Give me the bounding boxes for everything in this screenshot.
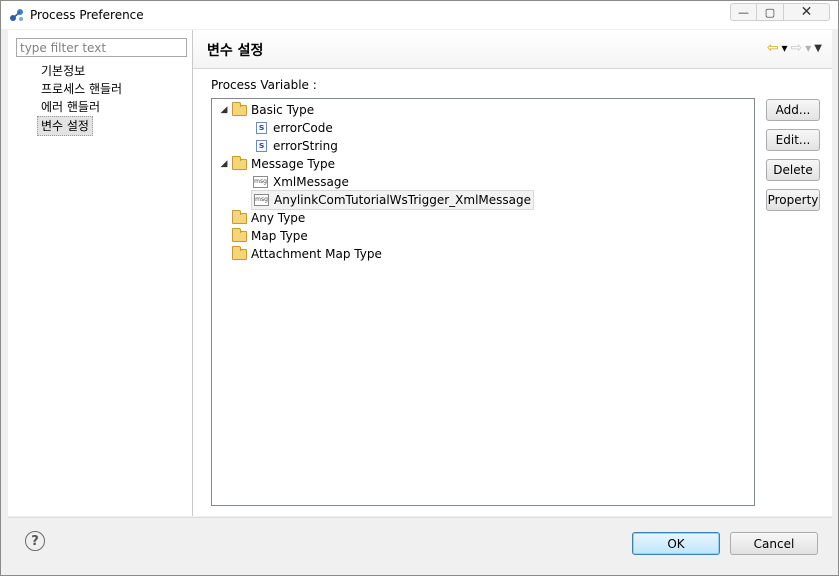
tree-item-errorcode[interactable]: s errorCode <box>256 119 333 137</box>
tree-item-label: Message Type <box>251 157 335 171</box>
edit-button[interactable]: Edit... <box>766 129 820 151</box>
folder-icon <box>232 101 247 116</box>
footer-divider <box>8 517 832 518</box>
forward-arrow-icon[interactable]: ⇨ <box>791 40 803 56</box>
preference-dialog: Process Preference — ▢ ✕ 기본정보 프로세스 핸들러 에… <box>0 0 839 576</box>
back-arrow-icon[interactable]: ⇦ <box>767 40 779 56</box>
help-icon[interactable]: ? <box>25 531 45 551</box>
property-button[interactable]: Property <box>766 189 820 211</box>
tree-item-label: XmlMessage <box>273 175 349 189</box>
nav-item-error-handler[interactable]: 에러 핸들러 <box>39 98 124 116</box>
view-menu-icon[interactable]: ▼ <box>814 43 822 54</box>
page-header: 변수 설정 ⇦ ▾ ⇨ ▾ ▼ <box>193 30 832 69</box>
tree-item-label: Map Type <box>251 229 308 243</box>
tree-item-label: errorCode <box>273 121 333 135</box>
cancel-button[interactable]: Cancel <box>730 532 818 555</box>
app-icon <box>10 9 23 21</box>
tree-item-anylink-xmlmessage[interactable]: msg AnylinkComTutorialWsTrigger_XmlMessa… <box>251 190 535 210</box>
maximize-button[interactable]: ▢ <box>757 3 784 21</box>
tree-item-label: Attachment Map Type <box>251 247 382 261</box>
close-button[interactable]: ✕ <box>784 3 830 21</box>
nav-item-basic-info[interactable]: 기본정보 <box>39 62 124 80</box>
string-type-icon: s <box>256 122 267 134</box>
page-title: 변수 설정 <box>207 43 264 59</box>
expand-icon[interactable]: ◢ <box>218 155 230 173</box>
tree-item-errorstring[interactable]: s errorString <box>256 137 338 155</box>
preference-page: 변수 설정 ⇦ ▾ ⇨ ▾ ▼ Process Variable : ◢ Bas… <box>193 30 832 516</box>
tree-item-label: Basic Type <box>251 103 315 117</box>
tree-item-label: errorString <box>273 139 338 153</box>
tree-item-any-type[interactable]: Any Type <box>230 209 305 227</box>
filter-input[interactable] <box>16 38 187 57</box>
back-menu-icon[interactable]: ▾ <box>782 41 788 55</box>
preference-tree: 기본정보 프로세스 핸들러 에러 핸들러 변수 설정 <box>37 62 124 136</box>
string-type-icon: s <box>256 140 267 152</box>
window-title: Process Preference <box>30 8 144 22</box>
folder-icon <box>232 209 247 224</box>
variable-tree[interactable]: ◢ Basic Type s errorCode s errorString ◢… <box>211 98 755 506</box>
tree-item-attachment-map-type[interactable]: Attachment Map Type <box>230 245 382 263</box>
ok-button[interactable]: OK <box>632 532 720 555</box>
minimize-button[interactable]: — <box>730 3 757 21</box>
message-type-icon: msg <box>254 194 269 206</box>
add-button[interactable]: Add... <box>766 99 820 121</box>
tree-item-map-type[interactable]: Map Type <box>230 227 308 245</box>
tree-item-xmlmessage[interactable]: msg XmlMessage <box>253 173 349 191</box>
folder-icon <box>232 155 247 170</box>
nav-item-process-handler[interactable]: 프로세스 핸들러 <box>39 80 124 98</box>
title-bar: Process Preference — ▢ ✕ <box>1 1 838 29</box>
process-variable-label: Process Variable : <box>211 78 317 92</box>
folder-icon <box>232 227 247 242</box>
expand-icon[interactable]: ◢ <box>218 101 230 119</box>
delete-button[interactable]: Delete <box>766 159 820 181</box>
tree-item-label: AnylinkComTutorialWsTrigger_XmlMessage <box>274 193 532 207</box>
page-navigation: ⇦ ▾ ⇨ ▾ ▼ <box>767 40 822 56</box>
tree-item-label: Any Type <box>251 211 306 225</box>
preference-navigation: 기본정보 프로세스 핸들러 에러 핸들러 변수 설정 <box>8 30 193 516</box>
tree-item-message-type[interactable]: ◢ Message Type <box>218 155 335 173</box>
tree-item-basic-type[interactable]: ◢ Basic Type <box>218 101 314 119</box>
message-type-icon: msg <box>253 176 268 188</box>
forward-menu-icon[interactable]: ▾ <box>805 41 811 55</box>
nav-item-variable-settings[interactable]: 변수 설정 <box>37 116 93 136</box>
folder-icon <box>232 245 247 260</box>
